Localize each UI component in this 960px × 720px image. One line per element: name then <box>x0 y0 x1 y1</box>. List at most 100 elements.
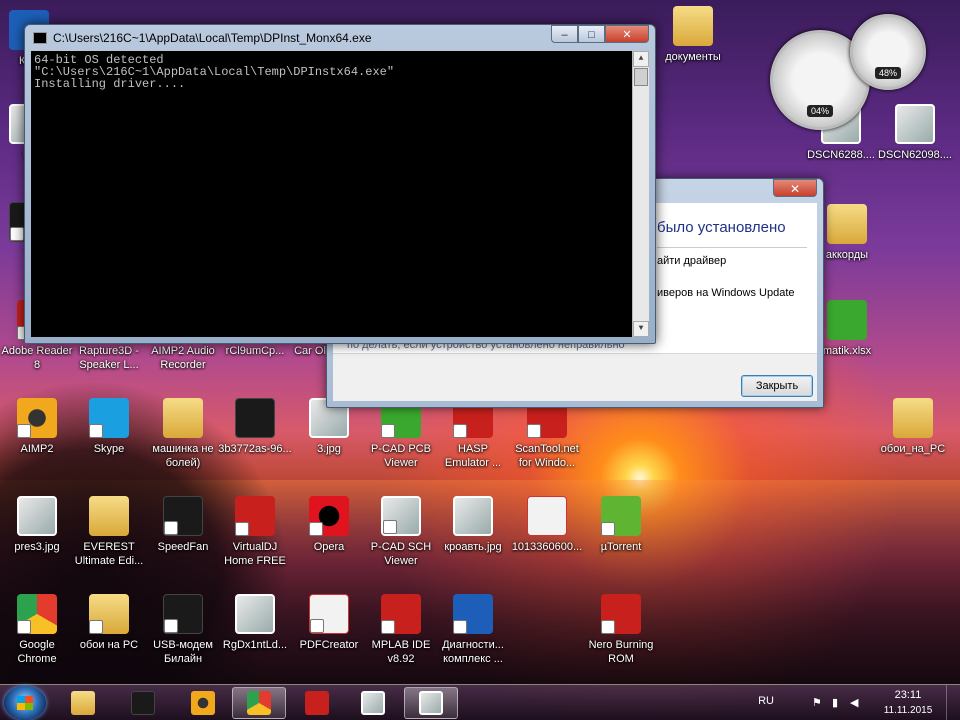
desktop-icon[interactable]: Opera <box>292 496 366 554</box>
show-desktop-button[interactable] <box>946 685 960 720</box>
console-icon <box>33 32 47 44</box>
aimp-icon <box>17 398 57 438</box>
desktop-icon[interactable]: кроавть.jpg <box>436 496 510 554</box>
icon-label: USB-модем Билайн <box>153 639 213 665</box>
desktop-icon[interactable]: P-CAD SCH Viewer <box>364 496 438 568</box>
virtualdj-icon <box>235 496 275 536</box>
folder-icon <box>827 204 867 244</box>
desktop-icon[interactable]: документы <box>656 6 730 64</box>
pdf-icon <box>527 496 567 536</box>
desktop-icon[interactable]: HASP Emulator ... <box>436 398 510 470</box>
icon-label: rCl9umCp... <box>225 345 285 357</box>
taskbar-console[interactable] <box>404 687 458 719</box>
pdfcreator-icon <box>309 594 349 634</box>
desktop-icon[interactable]: DSCN62098.... <box>878 104 952 162</box>
scroll-thumb[interactable] <box>634 68 648 86</box>
icon-label: DSCN62098.... <box>878 149 952 161</box>
windows-update-link[interactable]: иверов на Windows Update <box>657 287 795 299</box>
desktop-icon[interactable]: RgDx1ntLd... <box>218 594 292 652</box>
desktop-icon[interactable]: MPLAB IDE v8.92 <box>364 594 438 666</box>
clock-time: 23:11 <box>894 689 922 701</box>
desktop-icon[interactable]: USB-модем Билайн <box>146 594 220 666</box>
desktop-icon[interactable]: VirtualDJ Home FREE <box>218 496 292 568</box>
desktop-icon[interactable]: 1013360600... <box>510 496 584 554</box>
maximize-button[interactable]: □ <box>578 25 605 43</box>
desktop-icon[interactable]: SpeedFan <box>146 496 220 554</box>
console-titlebar[interactable]: C:\Users\216C~1\AppData\Local\Temp\DPIns… <box>25 25 655 51</box>
skype-icon <box>89 398 129 438</box>
desktop-icon[interactable]: обои_на_PC <box>876 398 950 456</box>
desktop-icon[interactable]: ScanTool.net for Windo... <box>510 398 584 470</box>
taskbar-paint[interactable] <box>346 687 400 719</box>
clock-date: 11.11.2015 <box>883 705 933 716</box>
icon-label: обои_на_PC <box>880 443 946 455</box>
volume-icon[interactable]: ◀ <box>850 697 862 709</box>
taskbar-app[interactable] <box>116 687 170 719</box>
aimp-icon <box>191 691 215 715</box>
desktop-icon[interactable]: Google Chrome <box>0 594 74 666</box>
mplab-icon <box>381 594 421 634</box>
console-output[interactable]: 64-bit OS detected "C:\Users\216C~1\AppD… <box>31 51 649 337</box>
icon-label: HASP Emulator ... <box>444 443 502 469</box>
taskbar-pdf[interactable] <box>290 687 344 719</box>
close-button[interactable]: Закрыть <box>741 375 813 397</box>
dialog-close-button[interactable]: ✕ <box>773 179 817 197</box>
console-window[interactable]: C:\Users\216C~1\AppData\Local\Temp\DPIns… <box>24 24 656 344</box>
taskbar-aimp[interactable] <box>176 687 230 719</box>
desktop-icon[interactable]: PDFCreator <box>292 594 366 652</box>
desktop-icon[interactable]: EVEREST Ultimate Edi... <box>72 496 146 568</box>
nero-icon <box>601 594 641 634</box>
system-tray: RU ⚑ ▮ ◀ 23:11 11.11.2015 <box>740 685 960 720</box>
start-button[interactable] <box>4 686 46 720</box>
image-icon <box>17 496 57 536</box>
icon-label: DSCN6288.... <box>807 149 875 161</box>
taskbar-chrome[interactable] <box>232 687 286 719</box>
desktop-icon[interactable]: Nero Burning ROM <box>584 594 658 666</box>
icon-label: EVEREST Ultimate Edi... <box>74 541 144 567</box>
console-scrollbar[interactable]: ▲ ▼ <box>632 51 649 337</box>
icon-label: AIMP2 Audio Recorder <box>151 345 215 371</box>
desktop-icon[interactable]: Диагности... комплекс ... <box>436 594 510 666</box>
taskbar: RU ⚑ ▮ ◀ 23:11 11.11.2015 <box>0 684 960 720</box>
explorer-icon <box>71 691 95 715</box>
vcds-icon <box>453 594 493 634</box>
image-icon <box>235 594 275 634</box>
chrome-icon <box>17 594 57 634</box>
console-title: C:\Users\216C~1\AppData\Local\Temp\DPIns… <box>53 31 372 45</box>
folder-icon <box>163 398 203 438</box>
pdf-icon <box>305 691 329 715</box>
find-driver-link[interactable]: айти драйвер <box>657 255 726 267</box>
icon-label: SpeedFan <box>157 541 209 553</box>
language-indicator[interactable]: RU <box>758 695 774 707</box>
scroll-up-icon[interactable]: ▲ <box>633 51 649 67</box>
icon-label: MPLAB IDE v8.92 <box>371 639 431 665</box>
desktop-icon[interactable]: µTorrent <box>584 496 658 554</box>
dialog-heading: было установлено <box>657 219 786 236</box>
icon-label: 1013360600... <box>511 541 583 553</box>
desktop-icon[interactable]: 3b3772as-96... <box>218 398 292 456</box>
desktop-icon[interactable]: обои на PC <box>72 594 146 652</box>
desktop-icon[interactable]: AIMP2 <box>0 398 74 456</box>
photo-icon <box>895 104 935 144</box>
desktop-icon[interactable]: P-CAD PCB Viewer <box>364 398 438 470</box>
icon-label: кроавть.jpg <box>444 541 502 553</box>
close-window-button[interactable]: ✕ <box>605 25 649 43</box>
scroll-down-icon[interactable]: ▼ <box>633 321 649 337</box>
clock[interactable]: 23:11 11.11.2015 <box>878 688 938 718</box>
folder-icon <box>673 6 713 46</box>
image-icon <box>453 496 493 536</box>
icon-label: машинка не болей) <box>152 443 214 469</box>
signal-icon[interactable]: ▮ <box>832 697 844 709</box>
pcad-sch-icon <box>381 496 421 536</box>
chrome-icon <box>247 691 271 715</box>
desktop-icon[interactable]: машинка не болей) <box>146 398 220 470</box>
memory-gauge-gadget[interactable]: 48% <box>850 14 926 90</box>
folder-icon <box>89 594 129 634</box>
desktop-icon[interactable]: pres3.jpg <box>0 496 74 554</box>
flag-icon[interactable]: ⚑ <box>812 697 824 709</box>
minimize-button[interactable]: – <box>551 25 578 43</box>
console-line: Installing driver.... <box>34 77 186 91</box>
icon-label: RgDx1ntLd... <box>222 639 288 651</box>
taskbar-explorer[interactable] <box>56 687 110 719</box>
desktop-icon[interactable]: Skype <box>72 398 146 456</box>
